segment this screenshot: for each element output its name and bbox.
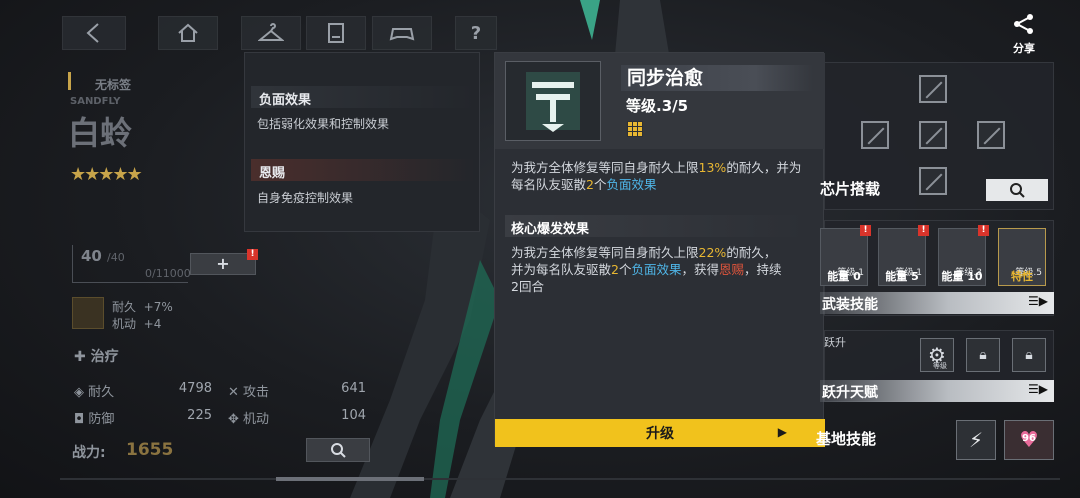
core-burst-description: 为我方全体修复等同自身耐久上限22%的耐久， 并为每名队友驱散2个负面效果，获得… [511,245,782,294]
stat-defense: ◘ 防御 [74,412,115,427]
book-icon [328,23,344,43]
help-button[interactable]: ? [455,16,497,50]
stat-attack-value: 641 [341,381,366,396]
character-tag: 无标签 [95,78,132,92]
lightning-icon: ⚡ [968,428,984,452]
upgrade-button[interactable]: 升级 ▶ [495,419,825,447]
alert-badge: ! [247,249,258,260]
effect-title-blessing: 恩赐 [251,159,475,181]
ascend-gear-button[interactable]: ⚙ 等级 [920,338,954,372]
alert-badge: ! [978,225,989,236]
effect-title-negative: 负面效果 [251,86,475,108]
skill-card-4[interactable]: 等级.5 特性 [998,228,1046,286]
skill-header: 同步治愈 等级.3/5 [495,53,825,149]
ascend-small-label: 跃升 [824,336,846,349]
skill-heal-icon [526,72,580,132]
locked-talent-2[interactable]: 🔒︎ [1012,338,1046,372]
lock-icon: 🔒︎ [1025,347,1033,363]
home-button[interactable] [158,16,218,50]
scroll-thumb[interactable] [276,477,424,481]
chip-slot-center[interactable] [919,121,947,149]
module-icon [72,297,104,329]
stat-durability-value: 4798 [178,381,212,396]
chip-slot-bottom[interactable] [919,167,947,195]
archive-button[interactable] [306,16,366,50]
chip-slot-left[interactable] [861,121,889,149]
skill-icon-frame [505,61,601,141]
effects-tooltip: 负面效果 包括弱化效果和控制效果 恩赐 自身免疫控制效果 [244,52,480,232]
wardrobe-button[interactable] [241,16,301,50]
core-burst-label: 核心爆发效果 [505,215,805,237]
power-value: 1655 [126,440,174,460]
stat-mobility: ✥ 机动 [228,412,270,427]
character-name: 白蛉 [68,114,133,152]
base-skill-label: 基地技能 [816,430,877,448]
bonus-mobility: 机动 +4 [112,317,162,331]
base-skill-heart-button[interactable]: ♥ 96 [1004,420,1054,460]
chip-slot-top[interactable] [919,75,947,103]
chip-detail-button[interactable] [986,179,1048,201]
level-box: 40 /40 0/11000 [72,245,191,283]
skill-card-1[interactable]: 等级.1 能量 0 [820,228,868,286]
base-skill-lightning-button[interactable]: ⚡ [956,420,996,460]
tag-marker [68,72,71,90]
magnifier-icon [331,443,346,458]
skill-detail-popup: 同步治愈 等级.3/5 为我方全体修复等同自身耐久上限13%的耐久，并为 每名队… [494,52,825,447]
skill-description: 为我方全体修复等同自身耐久上限13%的耐久，并为 每名队友驱散2个负面效果 [511,160,802,192]
stat-mobility-value: 104 [341,408,366,423]
role-label: ✚ 治疗 [74,349,119,365]
chip-slot-right[interactable] [977,121,1005,149]
effect-desc-blessing: 自身免疫控制效果 [257,191,354,205]
back-arrow-icon [86,23,99,43]
alert-badge: ! [860,225,871,236]
skill-level: 等级.3/5 [626,97,689,115]
skill-card-2[interactable]: 等级.1 能量 5 [878,228,926,286]
armed-skills-bar[interactable]: 武装技能 ☰▶ [820,292,1054,314]
home-icon [178,23,198,42]
locked-talent-1[interactable]: 🔒︎ [966,338,1000,372]
power-label: 战力: [72,445,106,461]
lock-icon: 🔒︎ [979,347,987,363]
game-screen: ? 分享 无标签 SANDFLY 白蛉 ★★★★★ 40 /40 0/11000… [0,0,1080,498]
ascend-talent-bar[interactable]: 跃升天赋 ☰▶ [820,380,1054,402]
magnifier-icon [1010,183,1025,198]
back-button[interactable] [62,16,126,50]
effect-desc-negative: 包括弱化效果和控制效果 [257,117,390,131]
list-play-icon: ☰▶ [1028,382,1048,396]
share-label: 分享 [1013,42,1035,55]
chip-label: 芯片搭载 [820,180,881,198]
exp-value: 0/11000 [145,267,191,280]
play-arrow-icon: ▶ [777,425,787,439]
gamepad-icon [389,28,415,41]
bonus-durability: 耐久 +7% [112,300,173,314]
stat-defense-value: 225 [187,408,212,423]
hanger-icon [258,23,284,41]
character-code-name: SANDFLY [70,96,121,107]
skill-name: 同步治愈 [621,65,813,91]
alert-badge: ! [918,225,929,236]
power-detail-button[interactable] [306,438,370,462]
help-icon: ? [470,22,482,44]
share-button[interactable]: 分享 [1006,12,1042,55]
stat-durability: ◈ 耐久 [74,385,115,400]
scroll-track [60,478,1060,480]
level-value: 40 [81,247,102,265]
gamepad-button[interactable] [372,16,432,50]
share-icon [1014,14,1033,34]
skill-grid-icon [627,121,643,137]
level-max: /40 [107,251,125,264]
list-play-icon: ☰▶ [1028,294,1048,308]
skill-card-3[interactable]: 等级.3 能量 10 [938,228,986,286]
star-rating: ★★★★★ [70,164,143,185]
stat-attack: ✕ 攻击 [228,385,270,400]
healer-icon: ✚ [74,349,86,365]
